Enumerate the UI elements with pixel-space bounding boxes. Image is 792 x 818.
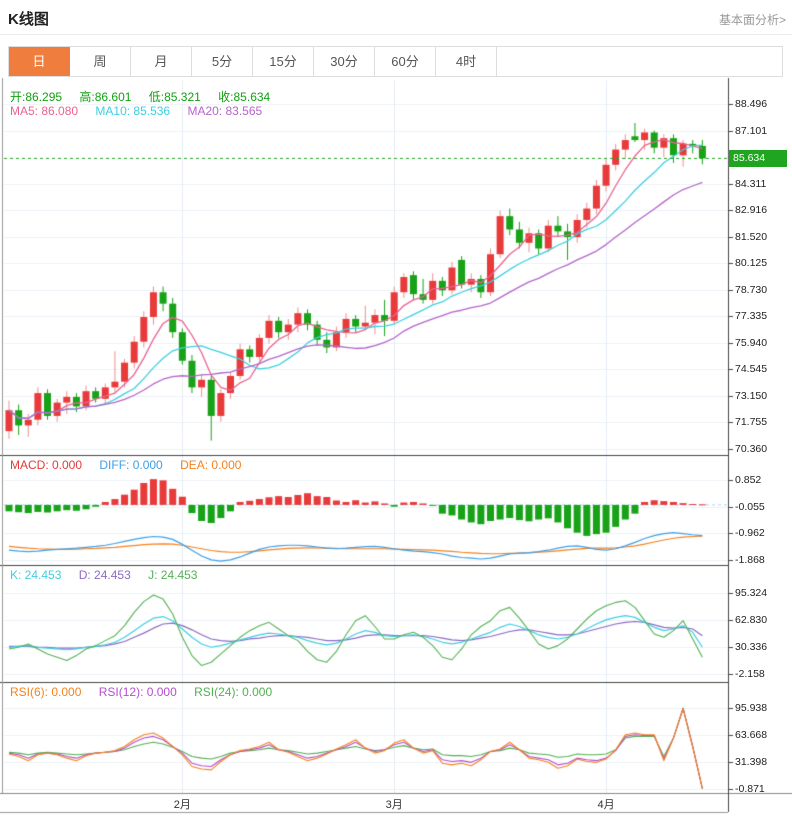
- x-axis-label-month: 3月: [377, 796, 411, 812]
- y-axis-label-main: 70.360: [735, 443, 767, 455]
- y-axis-label-main: 71.755: [735, 416, 767, 428]
- x-axis-label-month: 2月: [165, 796, 199, 812]
- legend-low: 低:85.321: [149, 90, 201, 104]
- y-axis-label-kdj: 30.336: [735, 641, 767, 653]
- y-axis-label-main: 87.101: [735, 125, 767, 137]
- kline-app: K线图 基本面分析> 日周月5分15分30分60分4时 开:86.295 高:8…: [0, 0, 792, 818]
- legend-open: 开:86.295: [10, 90, 62, 104]
- y-axis-label-main: 74.545: [735, 363, 767, 375]
- legend-dea: DEA: 0.000: [180, 458, 241, 472]
- legend-ma10: MA10: 85.536: [95, 104, 170, 118]
- legend-high: 高:86.601: [79, 90, 131, 104]
- current-price-tag: 85.634: [729, 150, 787, 167]
- y-axis-label-main: 81.520: [735, 231, 767, 243]
- y-axis-label-main: 77.335: [735, 310, 767, 322]
- legend-close: 收:85.634: [218, 90, 270, 104]
- y-axis-label-macd: -0.055: [735, 501, 765, 513]
- legend-j: J: 24.453: [148, 568, 197, 582]
- y-axis-label-rsi: 31.398: [735, 756, 767, 768]
- y-axis-label-kdj: 62.830: [735, 614, 767, 626]
- y-axis-label-main: 78.730: [735, 284, 767, 296]
- y-axis-label-kdj: -2.158: [735, 668, 765, 680]
- y-axis-label-macd: -0.962: [735, 527, 765, 539]
- y-axis-label-macd: -1.868: [735, 554, 765, 566]
- y-axis-label-main: 73.150: [735, 390, 767, 402]
- macd-legend: MACD: 0.000 DIFF: 0.000 DEA: 0.000: [10, 458, 255, 472]
- legend-k: K: 24.453: [10, 568, 61, 582]
- y-axis-label-rsi: 63.668: [735, 729, 767, 741]
- legend-d: D: 24.453: [79, 568, 131, 582]
- y-axis-label-macd: 0.852: [735, 474, 761, 486]
- x-axis-label-month: 4月: [589, 796, 623, 812]
- y-axis-label-rsi: 95.938: [735, 702, 767, 714]
- kdj-legend: K: 24.453 D: 24.453 J: 24.453: [10, 568, 211, 582]
- ohlc-legend: 开:86.295 高:86.601 低:85.321 收:85.634: [10, 88, 284, 105]
- legend-ma20: MA20: 83.565: [187, 104, 262, 118]
- ma-legend: MA5: 86.080 MA10: 85.536 MA20: 83.565: [10, 104, 276, 118]
- y-axis-label-main: 80.125: [735, 257, 767, 269]
- y-axis-label-kdj: 95.324: [735, 587, 767, 599]
- legend-rsi6: RSI(6): 0.000: [10, 685, 81, 699]
- y-axis-label-main: 75.940: [735, 337, 767, 349]
- legend-ma5: MA5: 86.080: [10, 104, 78, 118]
- legend-rsi24: RSI(24): 0.000: [194, 685, 272, 699]
- y-axis-label-main: 82.916: [735, 204, 767, 216]
- y-axis-label-main: 88.496: [735, 98, 767, 110]
- legend-rsi12: RSI(12): 0.000: [99, 685, 177, 699]
- y-axis-label-rsi: -0.871: [735, 783, 765, 795]
- rsi-legend: RSI(6): 0.000 RSI(12): 0.000 RSI(24): 0.…: [10, 685, 286, 699]
- legend-diff: DIFF: 0.000: [99, 458, 162, 472]
- y-axis-label-main: 84.311: [735, 178, 766, 190]
- legend-macd: MACD: 0.000: [10, 458, 82, 472]
